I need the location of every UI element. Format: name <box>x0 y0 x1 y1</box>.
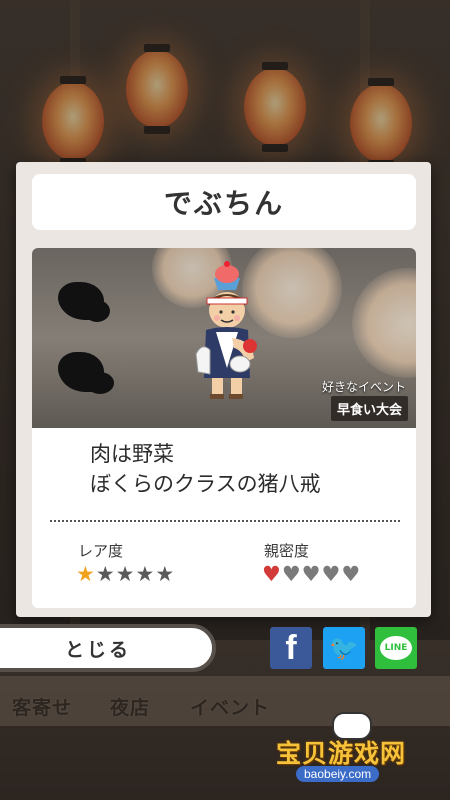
twitter-icon: 🐦 <box>329 634 359 662</box>
star-icon-empty: ★ <box>115 562 136 586</box>
heart-icon-filled: ♥ <box>262 562 282 586</box>
star-icon-empty: ★ <box>95 562 116 586</box>
heart-icon-empty: ♥ <box>321 562 342 586</box>
hidden-item-silhouette <box>86 372 114 394</box>
star-icon-filled: ★ <box>76 562 96 586</box>
character-info: 肉は野菜 ぼくらのクラスの猪八戒 レア度 ★★★★★ 親密度 ♥♥♥♥♥ <box>32 428 416 608</box>
description-line-1: 肉は野菜 <box>90 442 174 466</box>
facebook-share-button[interactable]: f <box>270 627 312 669</box>
heart-icon-empty: ♥ <box>341 562 362 586</box>
heart-icon-empty: ♥ <box>301 562 322 586</box>
divider <box>50 520 400 522</box>
rarity-stars: ★★★★★ <box>76 562 175 586</box>
character-dialog: でぶちん 好きなイベント 早食い大会 肉は野菜 ぼくらのクラスの猪八戒 レア度 … <box>16 162 431 617</box>
star-icon-empty: ★ <box>135 562 156 586</box>
watermark-url: baobeiy.com <box>296 766 380 782</box>
line-share-button[interactable]: LINE <box>375 627 417 669</box>
line-icon: LINE <box>380 636 412 660</box>
character-name: でぶちん <box>32 174 416 230</box>
character-sprite <box>195 261 257 399</box>
intimacy-hearts: ♥♥♥♥♥ <box>262 562 361 586</box>
close-button[interactable]: とじる <box>0 624 216 672</box>
twitter-share-button[interactable]: 🐦 <box>323 627 365 669</box>
hidden-item-silhouette <box>84 300 110 322</box>
favorite-event-label: 好きなイベント <box>321 380 406 394</box>
watermark-text: 宝贝游戏网 <box>276 739 407 768</box>
bg-lamp <box>352 268 416 378</box>
rarity-label: レア度 <box>78 542 124 560</box>
intimacy-label: 親密度 <box>264 542 310 560</box>
favorite-event-value: 早食い大会 <box>330 396 408 421</box>
character-image-area: 好きなイベント 早食い大会 <box>32 248 416 428</box>
facebook-icon: f <box>285 628 297 667</box>
description-line-2: ぼくらのクラスの猪八戒 <box>90 472 321 496</box>
heart-icon-empty: ♥ <box>281 562 302 586</box>
watermark: 宝贝游戏网 baobeiy.com <box>272 712 442 792</box>
star-icon-empty: ★ <box>155 562 176 586</box>
